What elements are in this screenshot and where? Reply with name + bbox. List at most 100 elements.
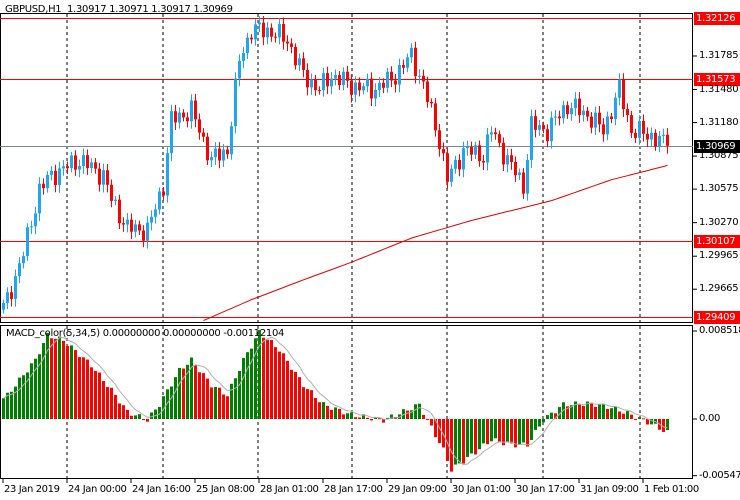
macd-histogram-bar — [218, 387, 221, 419]
macd-axis-label: 0.0085182 — [699, 325, 740, 336]
macd-histogram-bar — [134, 415, 137, 419]
macd-histogram-bar — [110, 387, 113, 419]
candle-bull — [2, 302, 5, 310]
price-axis-label: 1.30270 — [699, 216, 739, 228]
time-axis-label: 28 Jan 01:00 — [260, 484, 319, 495]
candle-bear — [314, 79, 317, 91]
candle-bull — [530, 116, 533, 160]
macd-histogram-bar — [370, 419, 373, 421]
macd-histogram-bar — [202, 373, 205, 419]
macd-histogram-bar — [150, 412, 153, 419]
macd-histogram-bar — [122, 405, 125, 419]
macd-histogram-bar — [282, 353, 285, 419]
macd-histogram-bar — [466, 419, 469, 457]
candle-bear — [290, 43, 293, 47]
candle-bull — [638, 120, 641, 138]
candle-bear — [414, 47, 417, 77]
macd-histogram-bar — [18, 377, 21, 419]
candle-bull — [154, 209, 157, 217]
candle-bull — [214, 148, 217, 158]
macd-histogram-bar — [30, 363, 33, 419]
candle-bull — [526, 159, 529, 194]
candle-bear — [294, 46, 297, 66]
candle-bear — [586, 110, 589, 117]
macd-histogram-bar — [286, 360, 289, 419]
macd-histogram-bar — [602, 403, 605, 419]
macd-histogram-bar — [178, 367, 181, 419]
candle-bear — [630, 115, 633, 133]
chart-canvas[interactable] — [0, 0, 740, 500]
candle-bull — [554, 116, 557, 118]
candle-bear — [602, 124, 605, 135]
candle-bear — [634, 132, 637, 138]
candle-bear — [470, 146, 473, 155]
candle-bull — [178, 112, 181, 123]
candle-bull — [410, 47, 413, 58]
candle-bull — [234, 78, 237, 127]
time-axis-label: 28 Jan 17:00 — [324, 484, 383, 495]
candle-bull — [150, 216, 153, 223]
macd-histogram-bar — [546, 415, 549, 419]
macd-histogram-bar — [194, 365, 197, 419]
macd-histogram-bar — [418, 403, 421, 419]
candle-bull — [298, 58, 301, 66]
macd-histogram-bar — [634, 419, 637, 420]
candle-bull — [378, 82, 381, 90]
candle-bear — [590, 116, 593, 128]
candle-bear — [202, 132, 205, 137]
candle-bear — [502, 142, 505, 165]
macd-histogram-bar — [138, 414, 141, 419]
macd-histogram-bar — [350, 412, 353, 419]
candle-bear — [494, 132, 497, 135]
candle-bear — [262, 22, 265, 38]
macd-histogram-bar — [310, 390, 313, 419]
candle-bull — [102, 170, 105, 185]
candle-bear — [42, 183, 45, 189]
macd-histogram-bar — [58, 336, 61, 419]
candle-bear — [598, 112, 601, 125]
candle-bear — [142, 230, 145, 241]
candle-bull — [366, 78, 369, 87]
macd-histogram-bar — [538, 419, 541, 427]
price-axis-label: 1.31180 — [699, 116, 739, 128]
macd-histogram-bar — [622, 413, 625, 419]
candle-bull — [82, 155, 85, 166]
macd-histogram-bar — [582, 405, 585, 419]
candle-bull — [242, 53, 245, 61]
candle-bull — [170, 111, 173, 154]
candle-bull — [574, 98, 577, 109]
macd-histogram-bar — [458, 419, 461, 464]
macd-histogram-bar — [298, 377, 301, 419]
candle-bear — [346, 71, 349, 81]
candle-bear — [66, 166, 69, 169]
candle-bear — [446, 153, 449, 182]
candle-bear — [10, 292, 13, 299]
candle-bull — [330, 78, 333, 87]
macd-histogram-bar — [342, 414, 345, 419]
candle-bear — [118, 199, 121, 224]
candle-bear — [122, 223, 125, 225]
candle-bull — [334, 75, 337, 79]
candle-bull — [582, 110, 585, 116]
candle-bear — [318, 90, 321, 92]
macd-histogram-bar — [214, 386, 217, 419]
macd-histogram-bar — [262, 337, 265, 419]
time-axis-label: 23 Jan 2019 — [4, 484, 60, 495]
macd-histogram-bar — [490, 419, 493, 442]
candle-bear — [622, 79, 625, 110]
macd-histogram-bar — [294, 371, 297, 419]
time-axis-label: 30 Jan 01:00 — [452, 484, 511, 495]
macd-histogram-bar — [198, 372, 201, 419]
macd-histogram-bar — [82, 357, 85, 419]
candle-bear — [426, 81, 429, 102]
price-axis-label: 1.30575 — [699, 183, 739, 195]
candle-bull — [246, 37, 249, 54]
candle-bull — [278, 24, 281, 38]
candle-bear — [654, 132, 657, 147]
candle-bull — [518, 172, 521, 176]
macd-histogram-bar — [66, 346, 69, 419]
candle-bull — [50, 170, 53, 175]
candle-bear — [274, 36, 277, 38]
macd-histogram-bar — [170, 386, 173, 419]
candle-bull — [134, 224, 137, 232]
